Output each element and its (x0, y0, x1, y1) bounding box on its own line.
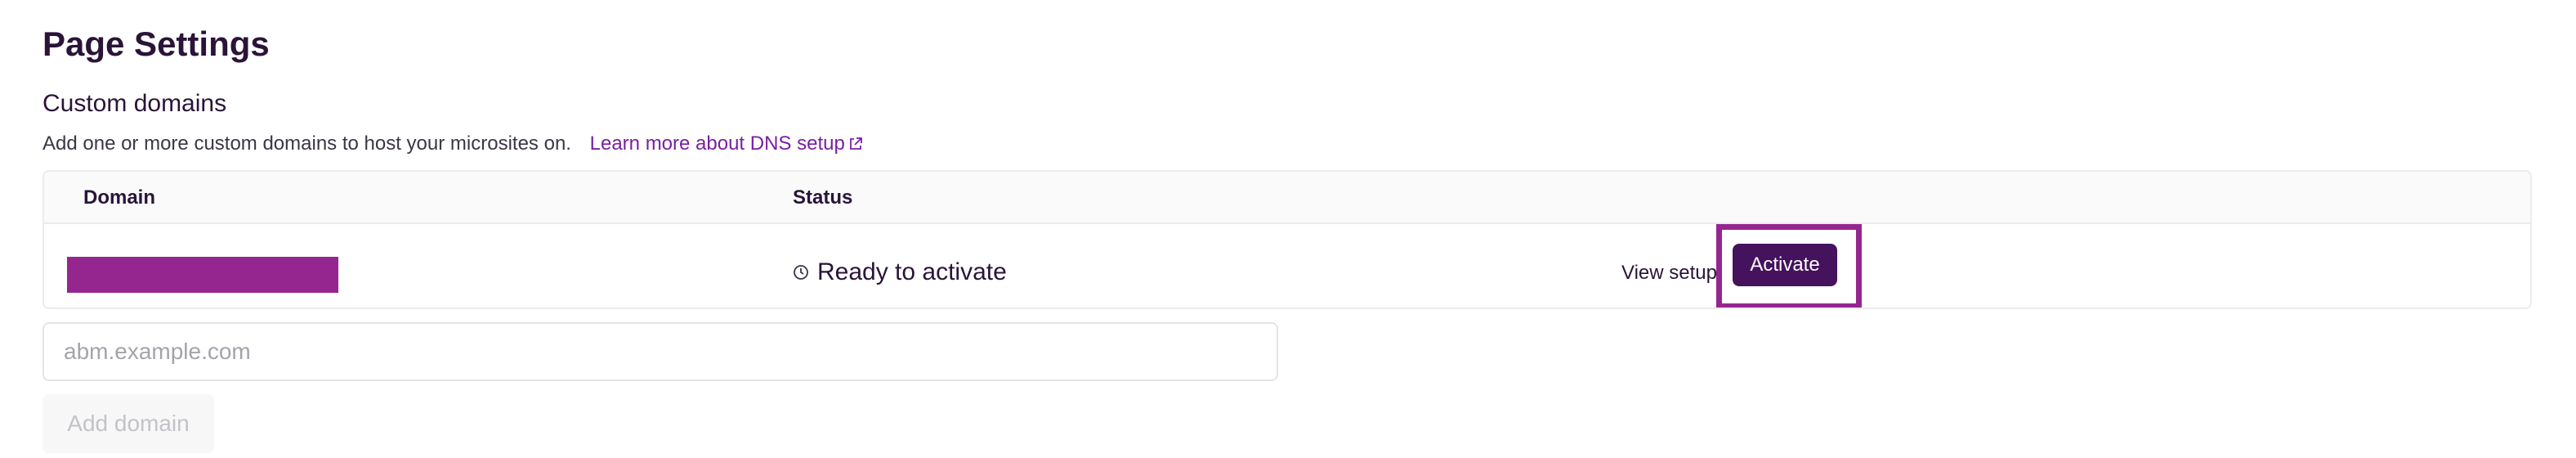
external-link-icon (848, 134, 863, 157)
status-cell: Ready to activate (793, 258, 1007, 286)
section-title: Custom domains (42, 90, 227, 117)
activate-button[interactable]: Activate (1733, 244, 1837, 286)
table-header: Domain Status (44, 172, 2530, 224)
learn-more-label: Learn more about DNS setup (589, 132, 845, 155)
add-domain-button[interactable]: Add domain (42, 394, 214, 453)
page-title: Page Settings (42, 25, 270, 63)
domain-input[interactable] (42, 322, 1278, 381)
domains-table: Domain Status Ready to activate View set… (42, 170, 2532, 309)
clock-icon (793, 258, 817, 285)
learn-more-link[interactable]: Learn more about DNS setup (590, 132, 863, 155)
view-setup-link[interactable]: View setup (1621, 262, 1717, 285)
domain-redacted (67, 257, 338, 293)
status-text: Ready to activate (817, 258, 1007, 285)
section-description: Add one or more custom domains to host y… (42, 132, 863, 157)
column-header-domain: Domain (83, 186, 156, 209)
column-header-status: Status (793, 186, 853, 209)
table-row: Ready to activate View setup Activate (44, 224, 2530, 308)
description-text: Add one or more custom domains to host y… (42, 132, 571, 155)
